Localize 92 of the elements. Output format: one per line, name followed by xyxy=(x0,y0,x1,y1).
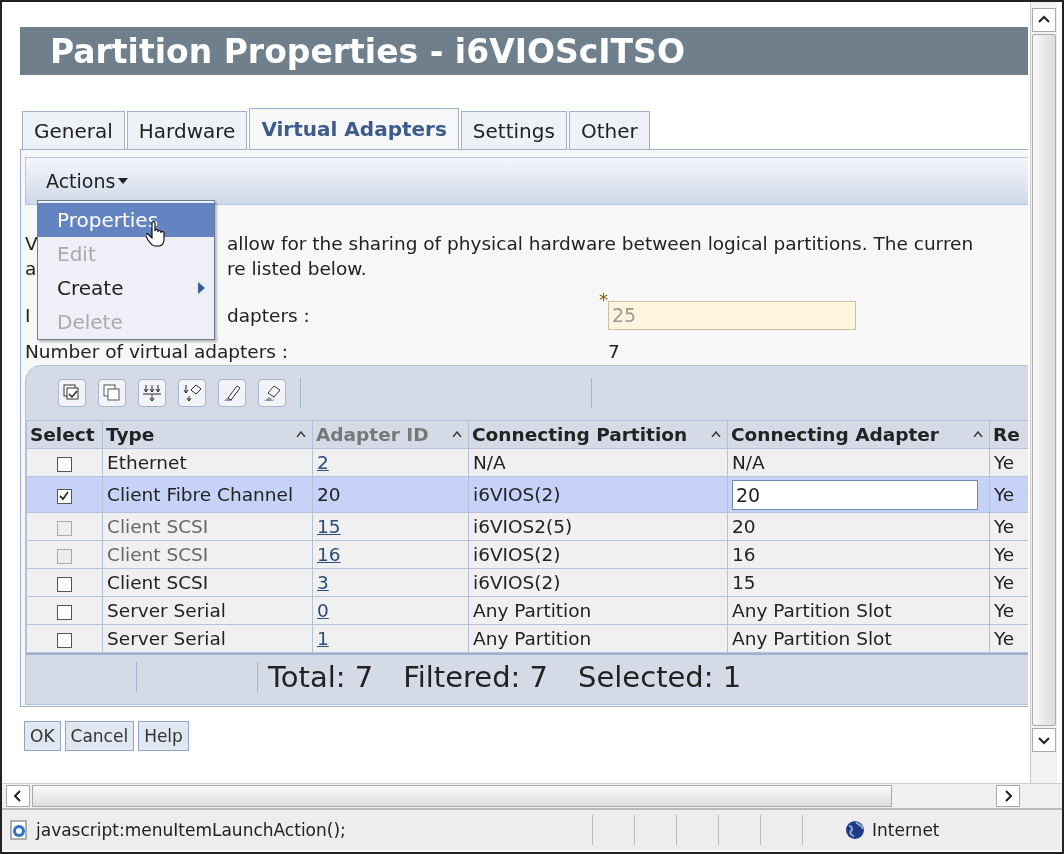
page-icon xyxy=(8,819,30,841)
table-cell: Any Partition xyxy=(473,600,592,621)
field-label: dapters : xyxy=(227,304,310,326)
scroll-up-icon[interactable] xyxy=(1032,8,1056,32)
checked-pages-icon xyxy=(63,384,81,402)
table-cell: Ethernet xyxy=(107,452,187,473)
table-cell: Ye xyxy=(994,452,1015,473)
checkbox[interactable] xyxy=(57,632,72,648)
pages-icon xyxy=(103,384,121,402)
adapter-id-link[interactable]: 3 xyxy=(317,572,329,593)
scroll-right-icon[interactable] xyxy=(996,785,1020,807)
table-cell: Ye xyxy=(994,572,1015,593)
description-text: V xyxy=(25,233,38,256)
table-cell: i6VIOS2(5) xyxy=(473,516,573,537)
table-cell: Any Partition Slot xyxy=(732,600,892,621)
scroll-left-icon[interactable] xyxy=(6,785,30,807)
table-cell: Any Partition xyxy=(473,628,592,649)
description-text: allow for the sharing of physical hardware between logical partitions. The curren xyxy=(227,233,974,256)
erase-button[interactable] xyxy=(258,379,286,407)
zone-text: Internet xyxy=(872,820,940,840)
field-label: Number of virtual adapters : xyxy=(25,340,289,362)
table-summary-text: Filtered: 7 xyxy=(403,660,549,694)
connecting-adapter-field[interactable]: 20 xyxy=(732,479,978,510)
description-text: re listed below. xyxy=(227,258,367,281)
table-cell: i6VIOS(2) xyxy=(473,572,561,593)
expand-button[interactable] xyxy=(138,379,166,407)
scroll-down-icon[interactable] xyxy=(1032,728,1056,752)
table-cell: 20 xyxy=(317,484,341,505)
table-cell: Ye xyxy=(994,484,1015,505)
table-cell: i6VIOS(2) xyxy=(473,484,561,505)
tab[interactable]: Hardware xyxy=(126,111,248,149)
table-summary-text: Selected: 1 xyxy=(578,660,742,694)
sort-icon xyxy=(452,431,462,437)
table-summary-text: Total: 7 xyxy=(268,660,374,694)
eraser-icon xyxy=(263,384,281,402)
table-cell: Any Partition Slot xyxy=(732,628,892,649)
clear-filter-button[interactable] xyxy=(178,379,206,407)
dialog-button[interactable]: Cancel xyxy=(64,721,135,751)
dialog-button[interactable]: OK xyxy=(24,721,61,751)
sort-icon xyxy=(296,431,306,437)
table-cell: i6VIOS(2) xyxy=(473,544,561,565)
table-cell: Ye xyxy=(994,628,1015,649)
column-header[interactable]: Re xyxy=(989,420,1028,449)
tab[interactable]: Other xyxy=(568,111,650,149)
submenu-arrow-icon xyxy=(198,282,205,294)
column-header[interactable]: Type xyxy=(102,420,313,449)
dialog-button[interactable]: Help xyxy=(138,721,189,751)
select-all-button[interactable] xyxy=(58,379,86,407)
window-title: Partition Properties - i6VIOScITSO xyxy=(50,31,685,71)
field-value: 7 xyxy=(607,340,620,362)
table-cell: Ye xyxy=(994,516,1015,537)
table-cell: 20 xyxy=(732,516,756,537)
tab[interactable]: General xyxy=(22,111,125,149)
table-cell: Client SCSI xyxy=(107,516,209,537)
table-cell: Client SCSI xyxy=(107,544,209,565)
checkbox[interactable] xyxy=(57,456,72,472)
table-cell: Ye xyxy=(994,544,1015,565)
adapter-id-link[interactable]: 0 xyxy=(317,600,329,621)
description-text: a xyxy=(25,258,37,281)
table-cell: Server Serial xyxy=(107,628,226,649)
adapter-id-link[interactable]: 2 xyxy=(317,452,329,473)
table-cell: N/A xyxy=(732,452,765,473)
checkbox[interactable] xyxy=(57,576,72,592)
menu-item[interactable]: Create xyxy=(38,271,214,305)
checkbox[interactable] xyxy=(57,604,72,620)
edit-button[interactable] xyxy=(218,379,246,407)
caret-icon xyxy=(118,178,129,184)
pencil-icon xyxy=(223,384,241,402)
field-label: I xyxy=(25,304,31,326)
tab[interactable]: Virtual Adapters xyxy=(249,108,459,149)
table-cell: 15 xyxy=(732,572,756,593)
down-arrows-icon xyxy=(142,384,162,402)
table-cell: Server Serial xyxy=(107,600,226,621)
menu-item[interactable]: Properties xyxy=(38,203,214,237)
tab[interactable]: Settings xyxy=(460,111,567,149)
sort-icon xyxy=(973,431,983,437)
status-text: javascript:menuItemLaunchAction(); xyxy=(36,820,347,840)
table-cell: 16 xyxy=(732,544,756,565)
column-header[interactable]: Connecting Partition xyxy=(468,420,728,449)
checkbox[interactable] xyxy=(57,488,72,504)
globe-icon xyxy=(844,819,866,841)
column-header[interactable]: Select xyxy=(26,420,103,449)
arrows-eraser-icon xyxy=(182,384,202,402)
table-cell: N/A xyxy=(473,452,506,473)
column-header[interactable]: Connecting Adapter xyxy=(727,420,990,449)
table-cell: Client SCSI xyxy=(107,572,209,593)
table-cell: Ye xyxy=(994,600,1015,621)
adapter-id-link[interactable]: 1 xyxy=(317,628,329,649)
required-mark: * xyxy=(599,288,608,310)
sort-icon xyxy=(711,431,721,437)
table-cell: Client Fibre Channel xyxy=(107,484,294,505)
actions-menu-button[interactable]: Actions xyxy=(46,170,129,192)
